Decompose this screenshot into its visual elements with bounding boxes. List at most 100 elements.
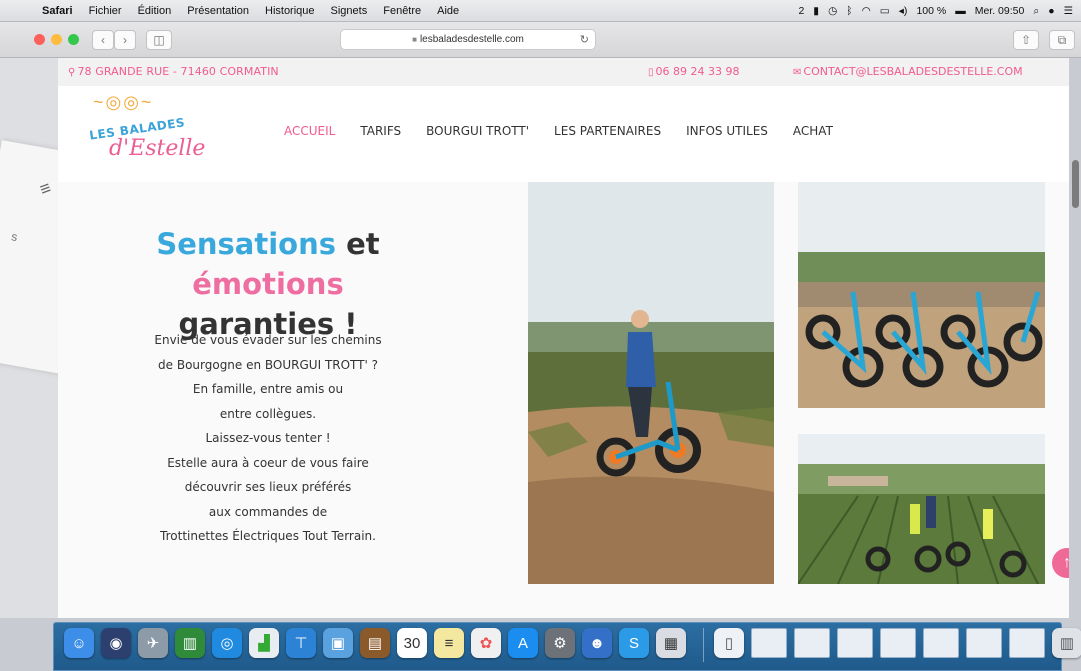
dock-window-thumbnail[interactable]: [966, 628, 1002, 658]
back-button[interactable]: ‹: [92, 30, 114, 50]
numbers-icon[interactable]: ▥: [175, 628, 205, 658]
hero-title-word3: émotions: [192, 267, 344, 301]
menubar-status-area: 2 ▮ ◷ ᛒ ◠ ▭ ◂) 100 % ▬ Mer. 09:50 ⌕ ● ☰: [798, 0, 1073, 22]
calendar-icon[interactable]: 30: [397, 628, 427, 658]
volume-icon[interactable]: ◂): [899, 5, 908, 17]
site-logo[interactable]: ~◎◎~ LES BALADES d'Estelle: [83, 92, 205, 172]
phone-text: 06 89 24 33 98: [655, 65, 740, 78]
address-text: 78 GRANDE RUE - 71460 CORMATIN: [77, 65, 279, 78]
dock-window-thumbnail[interactable]: [923, 628, 959, 658]
hero-body-line: Envie de vous évader sur les chemins: [154, 333, 382, 347]
hamburger-icon: ≡: [36, 177, 54, 200]
hero-body-line: de Bourgogne en BOURGUI TROTT' ?: [158, 357, 378, 372]
macos-menubar: Safari Fichier Édition Présentation Hist…: [0, 0, 1081, 22]
notes-icon[interactable]: ≡: [434, 628, 464, 658]
charts-icon[interactable]: ▟: [249, 628, 279, 658]
bike-logo-icon: ~◎◎~: [93, 92, 154, 112]
skype-icon[interactable]: S: [619, 628, 649, 658]
logo-line2: d'Estelle: [109, 136, 206, 161]
email-link[interactable]: ✉ CONTACT@LESBALADESDESTELLE.COM: [793, 65, 1023, 78]
hero-body-line: Trottinettes Électriques Tout Terrain.: [160, 529, 376, 543]
hero-title: Sensations et émotions garanties !: [88, 224, 448, 344]
nav-accueil[interactable]: ACCUEIL: [284, 124, 335, 138]
hero-body-line: Laissez-vous tenter !: [205, 431, 331, 445]
preview-icon[interactable]: ▣: [323, 628, 353, 658]
notification-center-icon[interactable]: ☰: [1064, 5, 1073, 17]
time-machine-icon[interactable]: ◷: [828, 5, 837, 17]
photo-booth-icon[interactable]: ☻: [582, 628, 612, 658]
nav-achat[interactable]: ACHAT: [793, 124, 833, 138]
dock-window-thumbnail[interactable]: [794, 628, 830, 658]
siri-dock-icon[interactable]: ◉: [101, 628, 131, 658]
bookmark-icon[interactable]: ▮: [813, 5, 819, 17]
menu-fichier[interactable]: Fichier: [81, 5, 130, 17]
address-link[interactable]: ⚲ 78 GRANDE RUE - 71460 CORMATIN: [68, 65, 279, 78]
contact-topbar: ⚲ 78 GRANDE RUE - 71460 CORMATIN ▯ 06 89 2…: [58, 58, 1069, 86]
nav-les-partenaires[interactable]: LES PARTENAIRES: [554, 124, 661, 138]
hero-title-word2: et: [346, 227, 380, 261]
menu-app-name[interactable]: Safari: [34, 5, 81, 17]
battery-percent[interactable]: 100 %: [916, 5, 946, 17]
menu-edition[interactable]: Édition: [130, 5, 180, 17]
envelope-icon: ✉: [793, 67, 802, 78]
dock-window-thumbnail[interactable]: [880, 628, 916, 658]
document-icon[interactable]: ▯: [714, 628, 744, 658]
photos-icon[interactable]: ✿: [471, 628, 501, 658]
launchpad-icon[interactable]: ✈: [138, 628, 168, 658]
safari-toolbar: ‹ › ◫ ■ lesbaladesdestelle.com ↻ ⇧ ⧉: [0, 22, 1081, 58]
minimize-window-button[interactable]: [51, 34, 62, 45]
photo-scooters-row: [798, 182, 1045, 408]
nav-bourgui-trott[interactable]: BOURGUI TROTT': [426, 124, 529, 138]
siri-icon[interactable]: ●: [1048, 5, 1054, 17]
trash-icon[interactable]: ▥: [1052, 628, 1081, 658]
phone-link[interactable]: ▯ 06 89 24 33 98: [648, 65, 740, 78]
lock-icon: ■: [412, 35, 417, 44]
hero-body-line: Estelle aura à coeur de vous faire: [167, 455, 369, 470]
menu-presentation[interactable]: Présentation: [179, 5, 257, 17]
hero-section: Sensations et émotions garanties ! Envie…: [58, 182, 1069, 598]
photo-group-vineyard: [798, 434, 1045, 584]
dock-window-thumbnail[interactable]: [1009, 628, 1045, 658]
safari-icon[interactable]: ◎: [212, 628, 242, 658]
image-capture-icon[interactable]: ▦: [656, 628, 686, 658]
forward-button[interactable]: ›: [114, 30, 136, 50]
macos-dock: ☺ ◉ ✈ ▥ ◎ ▟ ⊤ ▣ ▤ 30 ≡ ✿ A ⚙ ☻ S ▦ ▯ ▥: [53, 622, 1081, 671]
page-scrollbar[interactable]: [1072, 160, 1079, 208]
menu-aide[interactable]: Aide: [429, 5, 467, 17]
hero-body-line: En famille, entre amis ou: [192, 382, 344, 396]
keynote-icon[interactable]: ⊤: [286, 628, 316, 658]
location-pin-icon: ⚲: [68, 67, 76, 78]
dock-window-thumbnail[interactable]: [837, 628, 873, 658]
email-text: CONTACT@LESBALADESDESTELLE.COM: [803, 65, 1023, 78]
nav-infos-utiles[interactable]: INFOS UTILES: [686, 124, 768, 138]
hero-body-line: découvrir ses lieux préférés: [184, 480, 352, 494]
close-window-button[interactable]: [34, 34, 45, 45]
share-button[interactable]: ⇧: [1013, 30, 1039, 50]
nav-tarifs[interactable]: TARIFS: [360, 124, 401, 138]
dock-window-thumbnail[interactable]: [751, 628, 787, 658]
system-preferences-icon[interactable]: ⚙: [545, 628, 575, 658]
app-store-icon[interactable]: A: [508, 628, 538, 658]
hero-body: Envie de vous évader sur les chemins de …: [108, 328, 428, 549]
site-header: ~◎◎~ LES BALADES d'Estelle ACCUEIL TARIF…: [58, 86, 1069, 182]
zoom-window-button[interactable]: [68, 34, 79, 45]
menu-fenetre[interactable]: Fenêtre: [375, 5, 429, 17]
reload-icon[interactable]: ↻: [580, 33, 589, 46]
address-bar[interactable]: ■ lesbaladesdestelle.com ↻: [340, 29, 596, 50]
bluetooth-icon[interactable]: ᛒ: [846, 5, 852, 17]
contacts-icon[interactable]: ▤: [360, 628, 390, 658]
clock[interactable]: Mer. 09:50: [975, 5, 1025, 17]
battery-icon[interactable]: ▬: [955, 5, 966, 17]
sidebar-toggle-button[interactable]: ◫: [146, 30, 172, 50]
menu-signets[interactable]: Signets: [323, 5, 376, 17]
background-window: ≡ s: [0, 58, 111, 618]
wifi-icon[interactable]: ◠: [862, 5, 871, 17]
phone-icon: ▯: [648, 67, 654, 78]
hero-body-line: aux commandes de: [208, 504, 328, 519]
spotlight-search-icon[interactable]: ⌕: [1033, 5, 1039, 18]
tabs-overview-button[interactable]: ⧉: [1049, 30, 1075, 50]
menu-historique[interactable]: Historique: [257, 5, 323, 17]
airplay-icon[interactable]: ▭: [880, 5, 890, 17]
finder-icon[interactable]: ☺: [64, 628, 94, 658]
notification-count[interactable]: 2: [798, 5, 804, 17]
